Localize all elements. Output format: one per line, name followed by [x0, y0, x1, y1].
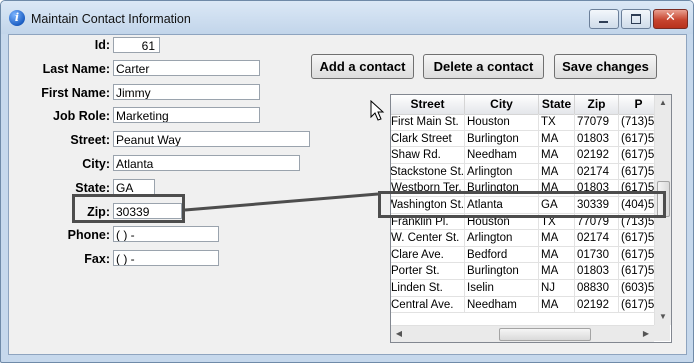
- connector-line: [184, 192, 379, 212]
- grid-row-highlight-box: [378, 191, 666, 218]
